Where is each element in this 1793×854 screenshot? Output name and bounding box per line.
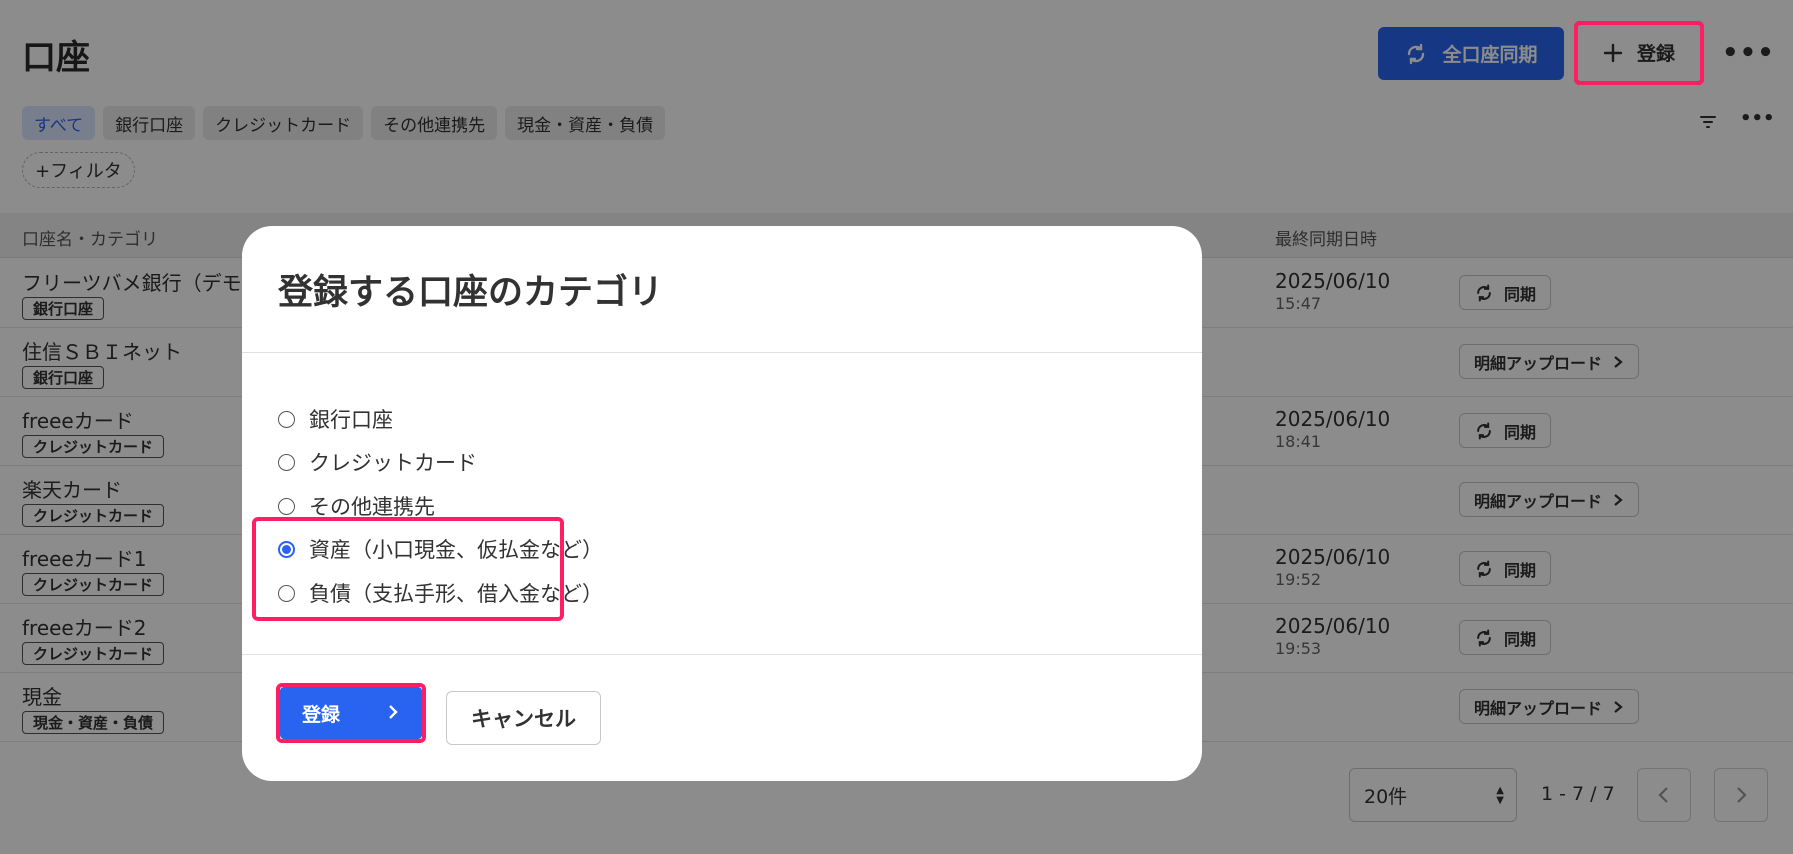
- account-category-modal: 登録する口座のカテゴリ 銀行口座 クレジットカード その他連携先 資産（小口現金…: [242, 226, 1202, 781]
- modal-title: 登録する口座のカテゴリ: [278, 273, 664, 313]
- cancel-button[interactable]: キャンセル: [446, 691, 601, 745]
- option-bank-account[interactable]: 銀行口座: [278, 404, 393, 434]
- radio-button[interactable]: [278, 410, 295, 428]
- option-label: 銀行口座: [309, 408, 393, 432]
- divider: [242, 352, 1202, 353]
- radio-button[interactable]: [278, 453, 295, 471]
- register-button-highlight-front: [1574, 21, 1704, 85]
- option-credit-card[interactable]: クレジットカード: [278, 447, 477, 477]
- submit-button-highlight: [276, 683, 426, 743]
- option-label: クレジットカード: [309, 451, 477, 475]
- options-highlight: [252, 517, 564, 621]
- radio-button[interactable]: [278, 497, 295, 515]
- divider: [242, 654, 1202, 655]
